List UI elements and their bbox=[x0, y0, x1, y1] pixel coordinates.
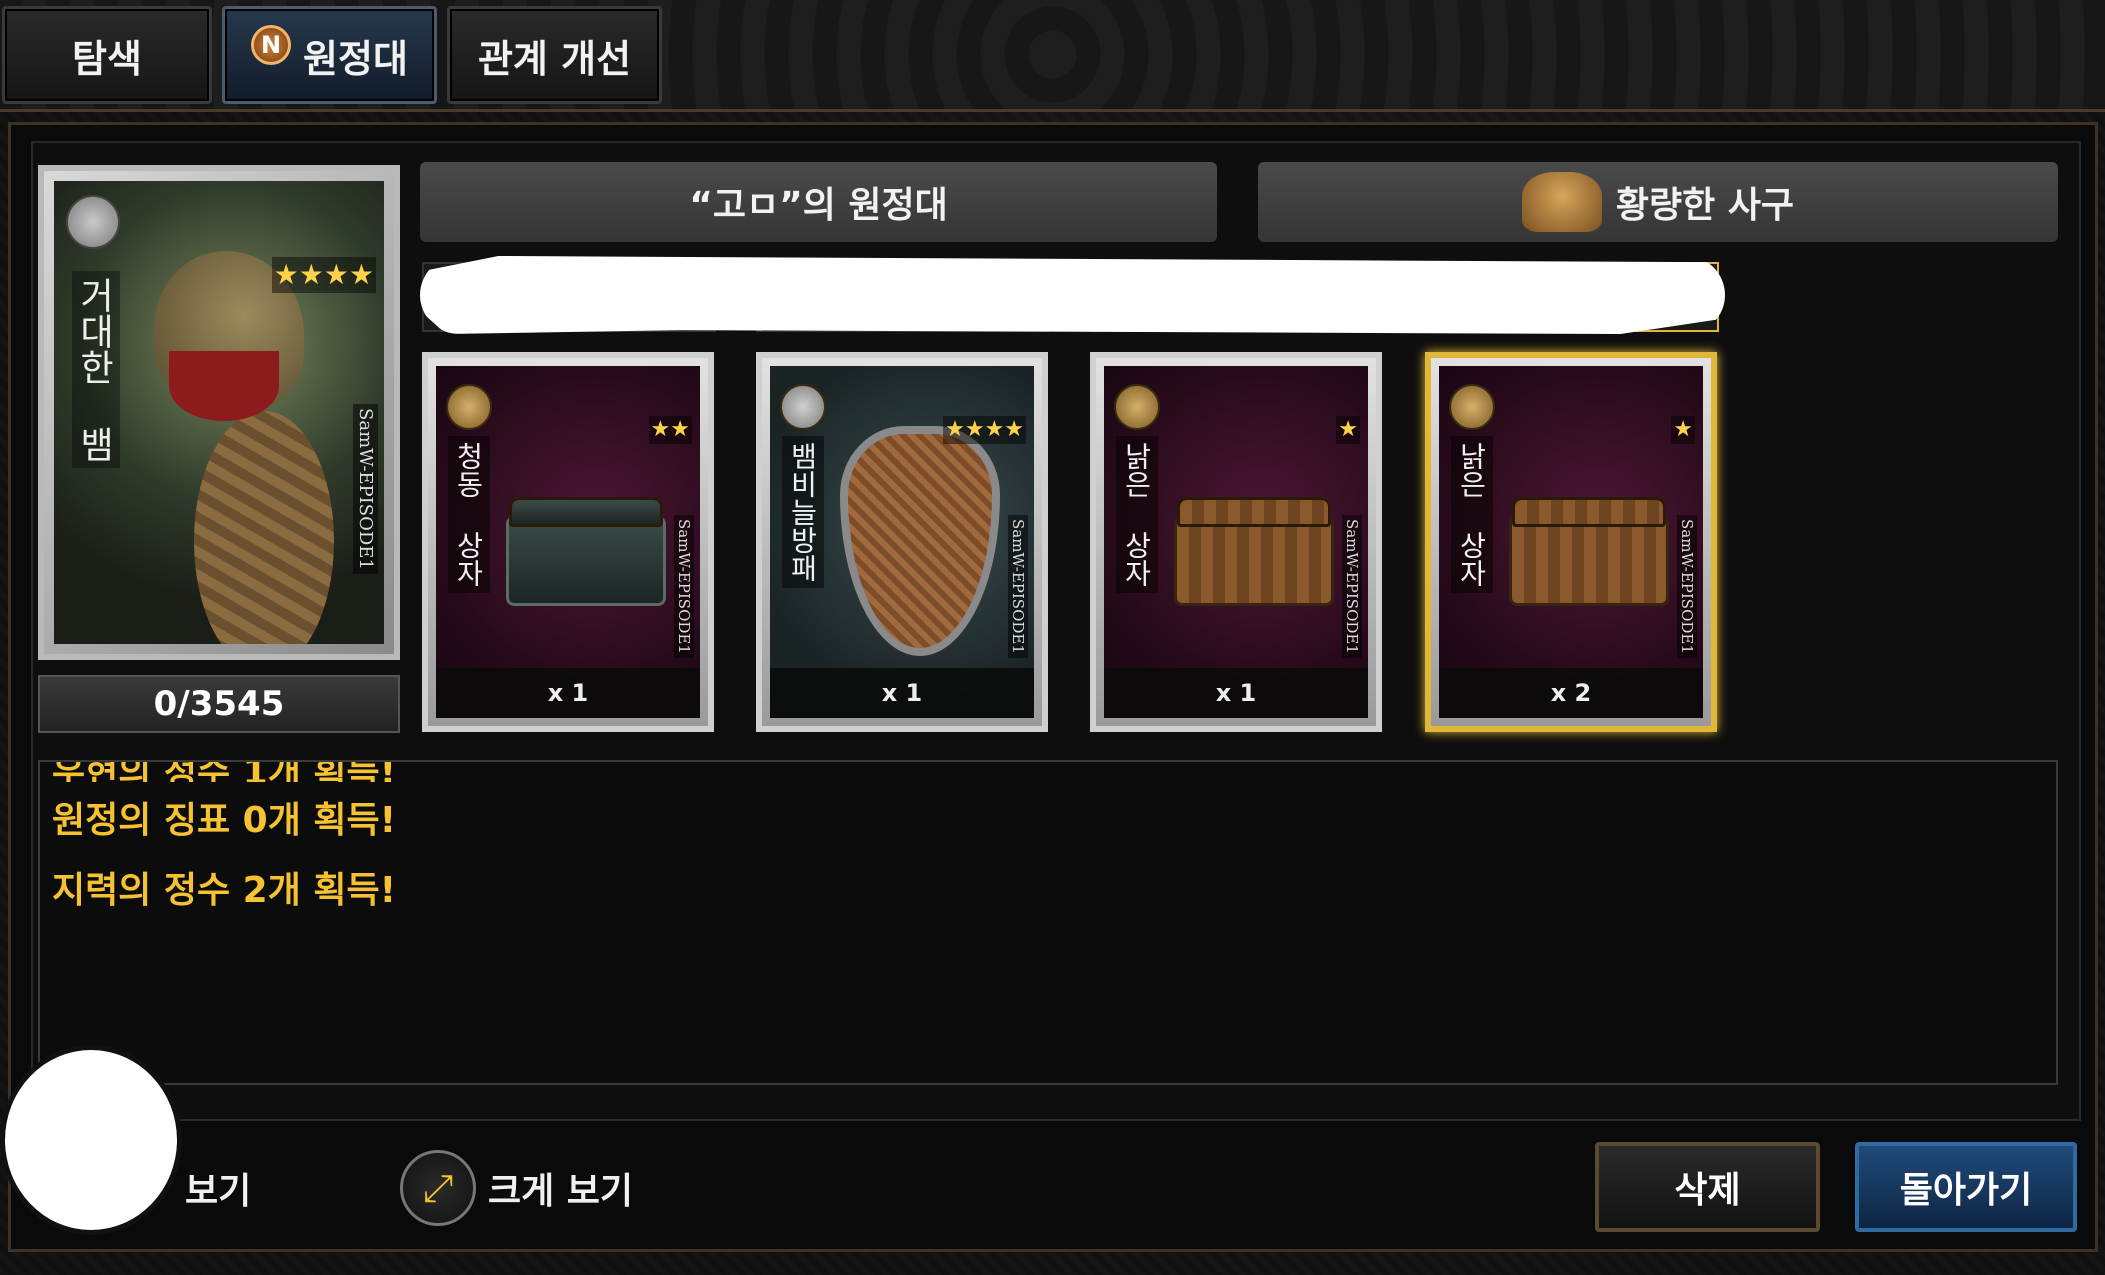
reward-qty: x 1 bbox=[770, 668, 1034, 718]
reward-card-art: 뱀비늘방패 ★★★★ SamW-EPISODE1 x 1 bbox=[770, 366, 1034, 718]
tab-bar: 탐색 N 원정대 관계 개선 bbox=[0, 0, 2105, 112]
reward-stars: ★★ bbox=[648, 416, 692, 444]
reward-stars: ★★★★ bbox=[943, 416, 1026, 444]
reward-episode: SamW-EPISODE1 bbox=[1342, 515, 1362, 658]
reward-episode: SamW-EPISODE1 bbox=[1008, 515, 1028, 658]
reward-episode: SamW-EPISODE1 bbox=[674, 515, 694, 658]
hero-name: 거대한 뱀 bbox=[72, 271, 120, 468]
reward-name: 낡은 상자 bbox=[1116, 436, 1158, 593]
hero-card[interactable]: 거대한 뱀 ★★★★ SamW-EPISODE1 bbox=[38, 165, 400, 660]
bronze-chest-icon bbox=[506, 497, 666, 606]
shield-icon bbox=[840, 426, 1000, 656]
view-label[interactable]: 보기 bbox=[185, 1162, 251, 1214]
reward-log[interactable]: 우현의 정수 1개 획득! 원정의 징표 0개 획득! 지력의 정수 2개 획득… bbox=[38, 760, 2058, 1085]
card-medallion-icon bbox=[446, 384, 492, 430]
chest-lid bbox=[1177, 497, 1331, 527]
tab-relations-label: 관계 개선 bbox=[477, 36, 632, 81]
reward-qty: x 2 bbox=[1439, 668, 1703, 718]
expand-icon[interactable]: ⤢ bbox=[400, 1150, 476, 1226]
tab-expedition-label: 원정대 bbox=[303, 36, 408, 81]
reward-card[interactable]: 낡은 상자 ★ SamW-EPISODE1 x 1 bbox=[1090, 352, 1382, 732]
card-medallion-icon bbox=[1114, 384, 1160, 430]
log-line: 지력의 정수 2개 획득! bbox=[52, 870, 397, 911]
tab-explore[interactable]: 탐색 bbox=[2, 6, 212, 104]
chest-lid bbox=[1512, 497, 1666, 527]
game-screen: 탐색 N 원정대 관계 개선 거대한 뱀 ★★★★ SamW-EPISODE1 … bbox=[0, 0, 2105, 1275]
wooden-chest-icon bbox=[1509, 497, 1669, 606]
log-line-partial: 우현의 정수 1개 획득! bbox=[40, 762, 2056, 782]
hero-stars: ★★★★ bbox=[271, 257, 376, 293]
reward-name: 청동 상자 bbox=[448, 436, 490, 593]
reward-qty: x 1 bbox=[436, 668, 700, 718]
card-medallion-icon bbox=[1449, 384, 1495, 430]
hero-counter: 0/3545 bbox=[38, 675, 400, 733]
location-bar: 황량한 사구 bbox=[1258, 162, 2058, 242]
reward-card[interactable]: 청동 상자 ★★ SamW-EPISODE1 x 1 bbox=[422, 352, 714, 732]
delete-button[interactable]: 삭제 bbox=[1595, 1142, 1820, 1232]
reward-name: 낡은 상자 bbox=[1451, 436, 1493, 593]
tab-explore-label: 탐색 bbox=[72, 36, 142, 81]
tab-expedition[interactable]: N 원정대 bbox=[222, 6, 437, 104]
reward-stars: ★ bbox=[1671, 416, 1695, 444]
zoom-view-label[interactable]: 크게 보기 bbox=[488, 1162, 633, 1214]
reward-card-art: 낡은 상자 ★ SamW-EPISODE1 x 2 bbox=[1439, 366, 1703, 718]
snake-mouth-art bbox=[169, 351, 279, 421]
location-name: 황량한 사구 bbox=[1615, 185, 1795, 226]
snake-body-art bbox=[194, 411, 334, 644]
back-button[interactable]: 돌아가기 bbox=[1855, 1142, 2077, 1232]
tab-relations[interactable]: 관계 개선 bbox=[447, 6, 662, 104]
reward-name: 뱀비늘방패 bbox=[782, 436, 824, 588]
card-medallion-icon bbox=[66, 195, 120, 249]
new-badge-icon: N bbox=[251, 25, 292, 65]
reward-stars: ★ bbox=[1336, 416, 1360, 444]
delete-button-label: 삭제 bbox=[1674, 1170, 1741, 1211]
expedition-title-bar: “고ㅁ”의 원정대 bbox=[420, 162, 1217, 242]
expedition-title: “고ㅁ”의 원정대 bbox=[689, 185, 948, 226]
reward-episode: SamW-EPISODE1 bbox=[1677, 515, 1697, 658]
reward-qty: x 1 bbox=[1104, 668, 1368, 718]
hero-card-art: 거대한 뱀 ★★★★ SamW-EPISODE1 bbox=[54, 181, 384, 644]
card-medallion-icon bbox=[780, 384, 826, 430]
town-icon bbox=[1521, 172, 1602, 232]
wooden-chest-icon bbox=[1174, 497, 1334, 606]
chest-lid bbox=[509, 497, 663, 527]
reward-card[interactable]: 뱀비늘방패 ★★★★ SamW-EPISODE1 x 1 bbox=[756, 352, 1048, 732]
reward-card-selected[interactable]: 낡은 상자 ★ SamW-EPISODE1 x 2 bbox=[1425, 352, 1717, 732]
log-line: 원정의 징표 0개 획득! bbox=[52, 800, 397, 841]
redaction-scribble bbox=[420, 256, 1725, 334]
reward-card-art: 청동 상자 ★★ SamW-EPISODE1 x 1 bbox=[436, 366, 700, 718]
redaction-circle bbox=[0, 1045, 182, 1235]
reward-card-art: 낡은 상자 ★ SamW-EPISODE1 x 1 bbox=[1104, 366, 1368, 718]
hero-episode: SamW-EPISODE1 bbox=[353, 404, 378, 574]
back-button-label: 돌아가기 bbox=[1899, 1170, 2033, 1211]
